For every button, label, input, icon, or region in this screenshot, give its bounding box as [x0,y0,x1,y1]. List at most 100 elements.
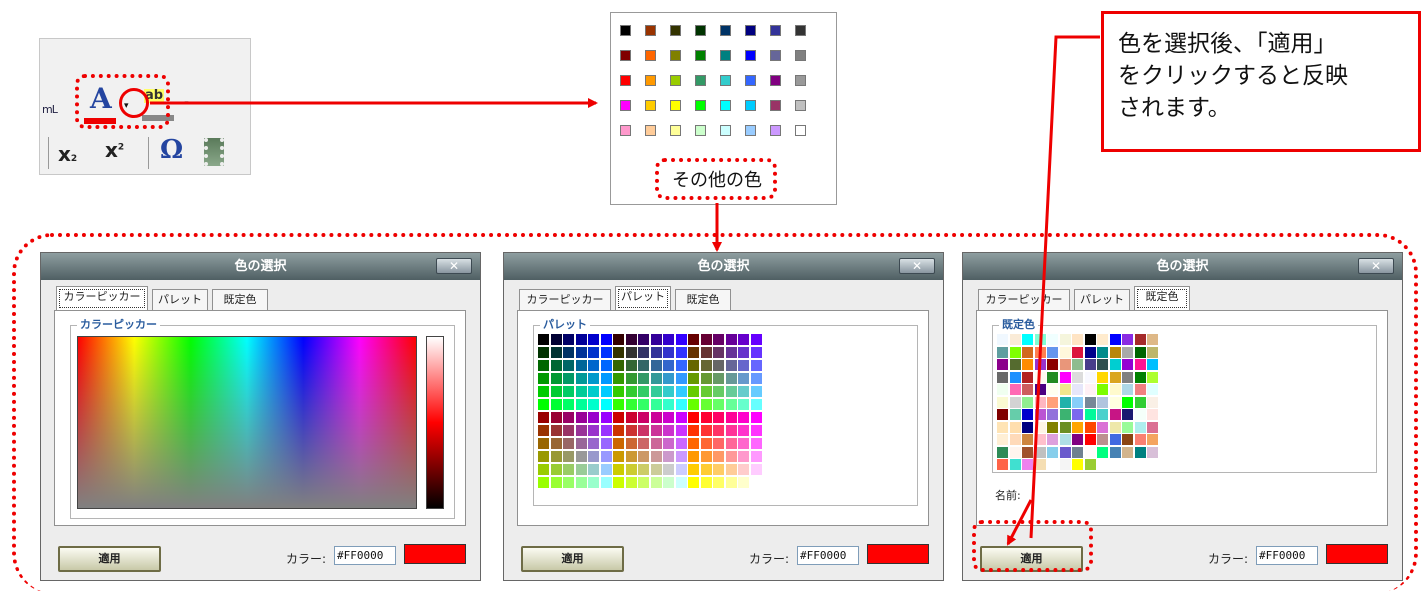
palette-cell[interactable] [688,334,699,345]
apply-button[interactable]: 適用 [521,546,624,572]
tab-color-picker[interactable]: カラーピッカー [56,286,148,311]
palette-cell[interactable] [625,451,637,462]
named-color-cell[interactable] [1072,396,1083,408]
palette-swatch[interactable] [795,25,806,36]
palette-cell[interactable] [700,451,712,462]
palette-swatch[interactable] [645,100,656,111]
palette-cell[interactable] [613,425,624,436]
palette-cell[interactable] [738,464,749,475]
named-color-cell[interactable] [1059,371,1071,383]
named-color-cell[interactable] [1097,396,1108,408]
tab-color-picker[interactable]: カラーピッカー [978,289,1070,311]
palette-cell[interactable] [688,360,699,371]
palette-cell[interactable] [638,425,649,436]
palette-cell[interactable] [675,438,687,449]
palette-swatch[interactable] [770,100,781,111]
palette-cell[interactable] [538,477,549,488]
palette-cell[interactable] [588,425,599,436]
palette-cell[interactable] [663,334,674,345]
palette-swatch[interactable] [770,75,781,86]
palette-swatch[interactable] [695,100,706,111]
palette-swatch[interactable] [745,75,756,86]
palette-cell[interactable] [638,347,649,358]
palette-cell[interactable] [588,438,599,449]
palette-cell[interactable] [663,425,674,436]
palette-swatch[interactable] [795,75,806,86]
palette-cell[interactable] [750,399,762,410]
palette-cell[interactable] [713,360,724,371]
palette-cell[interactable] [700,373,712,384]
named-color-cell[interactable] [1034,371,1046,383]
palette-cell[interactable] [538,412,549,423]
palette-cell[interactable] [575,347,587,358]
named-color-cell[interactable] [1122,409,1133,420]
palette-swatch[interactable] [645,50,656,61]
palette-cell[interactable] [675,399,687,410]
palette-cell[interactable] [713,438,724,449]
named-color-cell[interactable] [1134,371,1146,383]
palette-swatch[interactable] [695,25,706,36]
palette-cell[interactable] [625,438,637,449]
palette-swatch[interactable] [770,25,781,36]
named-color-cell[interactable] [1059,446,1071,458]
named-color-cell[interactable] [1134,396,1146,408]
palette-cell[interactable] [613,347,624,358]
palette-cell[interactable] [538,373,549,384]
palette-cell[interactable] [750,347,762,358]
palette-cell[interactable] [550,425,562,436]
palette-cell[interactable] [588,347,599,358]
named-color-cell[interactable] [1034,409,1046,420]
tab-palette[interactable]: パレット [615,286,671,311]
close-button[interactable]: ✕ [1358,258,1394,274]
palette-cell[interactable] [563,334,574,345]
named-color-cell[interactable] [1147,346,1158,358]
named-color-cell[interactable] [1122,446,1133,458]
palette-cell[interactable] [713,464,724,475]
named-color-cell[interactable] [997,409,1008,420]
palette-cell[interactable] [600,464,612,475]
palette-swatch[interactable] [670,75,681,86]
named-color-cell[interactable] [1072,459,1083,470]
palette-cell[interactable] [588,399,599,410]
palette-cell[interactable] [625,360,637,371]
named-color-cell[interactable] [1072,421,1083,433]
named-color-cell[interactable] [1147,384,1158,395]
palette-cell[interactable] [613,451,624,462]
palette-cell[interactable] [750,438,762,449]
palette-cell[interactable] [738,334,749,345]
palette-cell[interactable] [650,399,662,410]
named-color-cell[interactable] [1009,346,1021,358]
color-hex-input[interactable]: #FF0000 [1256,546,1318,565]
palette-cell[interactable] [750,334,762,345]
named-color-cell[interactable] [1009,409,1021,420]
named-color-cell[interactable] [1072,446,1083,458]
palette-cell[interactable] [713,334,724,345]
palette-cell[interactable] [563,464,574,475]
palette-cell[interactable] [575,425,587,436]
palette-cell[interactable] [688,425,699,436]
palette-cell[interactable] [663,399,674,410]
palette-cell[interactable] [688,464,699,475]
palette-cell[interactable] [613,360,624,371]
palette-cell[interactable] [713,425,724,436]
palette-cell[interactable] [550,451,562,462]
named-color-cell[interactable] [1097,421,1108,433]
named-color-cell[interactable] [1122,334,1133,345]
named-color-cell[interactable] [997,334,1008,345]
named-color-cell[interactable] [997,371,1008,383]
palette-cell[interactable] [650,438,662,449]
palette-cell[interactable] [663,464,674,475]
palette-cell[interactable] [700,399,712,410]
palette-cell[interactable] [625,477,637,488]
palette-cell[interactable] [738,438,749,449]
palette-cell[interactable] [750,464,762,475]
palette-swatch[interactable] [745,50,756,61]
named-color-cell[interactable] [1072,334,1083,345]
palette-cell[interactable] [675,347,687,358]
named-color-cell[interactable] [1147,446,1158,458]
named-color-cell[interactable] [1022,409,1033,420]
palette-cell[interactable] [638,464,649,475]
named-color-cell[interactable] [1147,409,1158,420]
palette-cell[interactable] [738,425,749,436]
palette-cell[interactable] [538,347,549,358]
